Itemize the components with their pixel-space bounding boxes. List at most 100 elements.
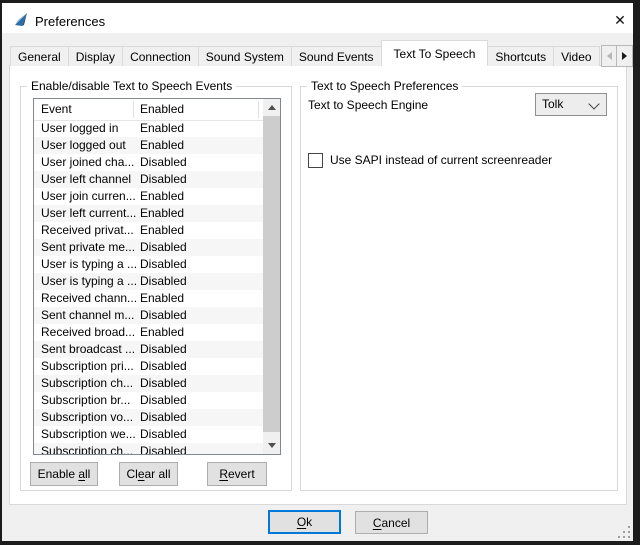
- events-group-title: Enable/disable Text to Speech Events: [27, 79, 236, 93]
- event-cell: Sent private me...: [41, 239, 137, 256]
- table-row[interactable]: User joined cha... Disabled: [34, 154, 263, 171]
- column-divider[interactable]: [133, 101, 134, 118]
- table-row[interactable]: Subscription vo... Disabled: [34, 409, 263, 426]
- table-row[interactable]: Received broad... Enabled: [34, 324, 263, 341]
- event-cell: Subscription ch...: [41, 443, 137, 454]
- event-cell: User is typing a ...: [41, 256, 137, 273]
- enabled-cell: Disabled: [140, 341, 261, 358]
- event-cell: Subscription vo...: [41, 409, 137, 426]
- enabled-cell: Disabled: [140, 256, 261, 273]
- event-cell: User left current...: [41, 205, 137, 222]
- event-cell: User logged in: [41, 120, 137, 137]
- enabled-cell: Enabled: [140, 188, 261, 205]
- cancel-button[interactable]: Cancel: [355, 511, 428, 534]
- vertical-scrollbar[interactable]: [263, 99, 280, 454]
- tab-video[interactable]: Video: [553, 46, 599, 66]
- enabled-cell: Enabled: [140, 222, 261, 239]
- sapi-checkbox[interactable]: [308, 153, 323, 168]
- enabled-cell: Enabled: [140, 290, 261, 307]
- event-cell: Subscription we...: [41, 426, 137, 443]
- tab-bar: General Display Connection Sound System …: [10, 40, 600, 66]
- table-row[interactable]: User left current... Enabled: [34, 205, 263, 222]
- engine-combobox[interactable]: Tolk: [535, 93, 607, 116]
- backdrop-bottom: [0, 541, 640, 545]
- event-list-rows: User logged in Enabled User logged out E…: [34, 120, 263, 454]
- tab-display[interactable]: Display: [68, 46, 123, 66]
- table-row[interactable]: User left channel Disabled: [34, 171, 263, 188]
- enable-all-button[interactable]: Enable all: [30, 462, 98, 486]
- scrollbar-thumb[interactable]: [263, 116, 280, 432]
- event-cell: User join curren...: [41, 188, 137, 205]
- preferences-dialog: Preferences ✕ General Display Connection…: [0, 0, 640, 545]
- title-bar[interactable]: Preferences ✕: [2, 3, 633, 33]
- chevron-down-icon: [588, 98, 599, 109]
- event-cell: Received chann...: [41, 290, 137, 307]
- enabled-cell: Enabled: [140, 205, 261, 222]
- chevron-left-icon: [607, 52, 612, 60]
- table-row[interactable]: Sent channel m... Disabled: [34, 307, 263, 324]
- event-cell: User is typing a ...: [41, 273, 137, 290]
- event-list-header: Event Enabled: [34, 99, 263, 121]
- event-list[interactable]: Event Enabled User logged in Enabled Use…: [33, 98, 281, 455]
- scroll-down-button[interactable]: [263, 437, 280, 454]
- enabled-cell: Disabled: [140, 409, 261, 426]
- table-row[interactable]: Sent broadcast ... Disabled: [34, 341, 263, 358]
- event-cell: User left channel: [41, 171, 137, 188]
- enabled-cell: Disabled: [140, 239, 261, 256]
- event-cell: Received broad...: [41, 324, 137, 341]
- table-row[interactable]: User logged out Enabled: [34, 137, 263, 154]
- table-row[interactable]: Received privat... Enabled: [34, 222, 263, 239]
- tab-sound-events[interactable]: Sound Events: [291, 46, 382, 66]
- column-header-enabled[interactable]: Enabled: [140, 99, 250, 120]
- enabled-cell: Disabled: [140, 358, 261, 375]
- enabled-cell: Disabled: [140, 171, 261, 188]
- tts-preferences-title: Text to Speech Preferences: [307, 79, 462, 93]
- event-cell: Subscription br...: [41, 392, 137, 409]
- revert-button[interactable]: Revert: [207, 462, 267, 486]
- tab-connection[interactable]: Connection: [122, 46, 199, 66]
- ok-button[interactable]: Ok: [268, 510, 341, 534]
- tab-sound-system[interactable]: Sound System: [198, 46, 292, 66]
- enabled-cell: Enabled: [140, 324, 261, 341]
- table-row[interactable]: Subscription ch... Disabled: [34, 443, 263, 454]
- table-row[interactable]: Subscription we... Disabled: [34, 426, 263, 443]
- engine-combobox-value: Tolk: [542, 94, 563, 115]
- arrow-up-icon: [268, 105, 276, 110]
- window-title: Preferences: [35, 14, 105, 29]
- resize-grip[interactable]: [618, 526, 632, 540]
- tab-scroll-right-button[interactable]: [616, 45, 633, 67]
- scroll-up-button[interactable]: [263, 99, 280, 116]
- table-row[interactable]: User is typing a ... Disabled: [34, 273, 263, 290]
- column-divider[interactable]: [258, 101, 259, 118]
- table-row[interactable]: Subscription br... Disabled: [34, 392, 263, 409]
- arrow-down-icon: [268, 443, 276, 448]
- table-row[interactable]: User join curren... Enabled: [34, 188, 263, 205]
- event-cell: Received privat...: [41, 222, 137, 239]
- event-cell: User logged out: [41, 137, 137, 154]
- enabled-cell: Disabled: [140, 426, 261, 443]
- tab-shortcuts[interactable]: Shortcuts: [487, 46, 554, 66]
- enabled-cell: Enabled: [140, 137, 261, 154]
- enabled-cell: Disabled: [140, 375, 261, 392]
- clear-all-button[interactable]: Clear all: [119, 462, 178, 486]
- engine-label: Text to Speech Engine: [308, 98, 428, 112]
- column-header-event[interactable]: Event: [41, 99, 133, 120]
- enabled-cell: Disabled: [140, 443, 261, 454]
- sapi-checkbox-label: Use SAPI instead of current screenreader: [330, 153, 552, 167]
- event-cell: User joined cha...: [41, 154, 137, 171]
- tab-general[interactable]: General: [10, 46, 69, 66]
- table-row[interactable]: User is typing a ... Disabled: [34, 256, 263, 273]
- tab-text-to-speech[interactable]: Text To Speech: [381, 40, 489, 66]
- close-icon[interactable]: ✕: [608, 10, 632, 30]
- table-row[interactable]: Subscription ch... Disabled: [34, 375, 263, 392]
- enabled-cell: Disabled: [140, 154, 261, 171]
- table-row[interactable]: Subscription pri... Disabled: [34, 358, 263, 375]
- event-cell: Subscription ch...: [41, 375, 137, 392]
- table-row[interactable]: User logged in Enabled: [34, 120, 263, 137]
- backdrop-right: [633, 0, 640, 545]
- event-cell: Sent channel m...: [41, 307, 137, 324]
- table-row[interactable]: Sent private me... Disabled: [34, 239, 263, 256]
- enabled-cell: Disabled: [140, 273, 261, 290]
- table-row[interactable]: Received chann... Enabled: [34, 290, 263, 307]
- event-cell: Subscription pri...: [41, 358, 137, 375]
